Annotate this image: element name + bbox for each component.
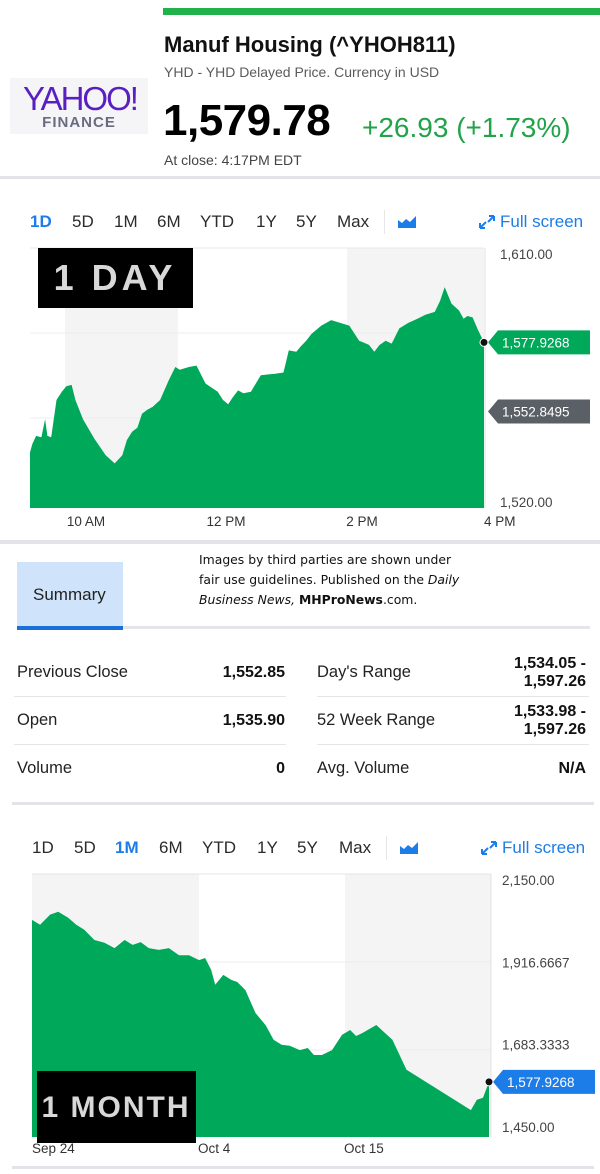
credit-line: Business News, MHProNews.com. [199, 590, 499, 610]
current-price-tag-label: 1,577.9268 [507, 1075, 575, 1090]
header-divider [0, 176, 600, 179]
x-tick-label: 4 PM [484, 514, 516, 529]
quote-price: 1,579.78 [163, 96, 331, 145]
last-price-marker [484, 1077, 494, 1087]
credit-italic: Business News, [199, 592, 299, 607]
row-divider [317, 744, 589, 745]
range-5y[interactable]: 5Y [297, 838, 318, 858]
range-5d[interactable]: 5D [74, 838, 96, 858]
y-tick-label: 1,683.3333 [502, 1038, 570, 1053]
bottom-divider [12, 1166, 594, 1169]
x-tick-label: Oct 4 [198, 1141, 231, 1156]
range-6m[interactable]: 6M [157, 212, 181, 232]
quote-exchange-info: YHD - YHD Delayed Price. Currency in USD [164, 64, 440, 80]
market-close-time: At close: 4:17PM EDT [164, 152, 302, 168]
range-low: 1,533.98 - [513, 703, 586, 720]
range-ytd[interactable]: YTD [202, 838, 236, 858]
stat-label-open: Open [17, 711, 58, 729]
stat-value-open: 1,535.90 [222, 712, 285, 729]
credit-line: fair use guidelines. Published on the Da… [199, 570, 499, 590]
tab-summary[interactable]: Summary [17, 562, 123, 628]
stat-value-previous-close: 1,552.85 [222, 664, 285, 681]
y-tick-label: 1,916.6667 [502, 955, 570, 970]
range-high: 1,597.26 [523, 721, 586, 738]
quote-title: Manuf Housing (^YHOH811) [164, 32, 456, 57]
logo-wordmark: YAHOO! [23, 80, 139, 117]
chart-divider [0, 540, 600, 544]
stat-label-avg-volume: Avg. Volume [317, 759, 410, 777]
stat-label-days-range: Day's Range [317, 663, 411, 681]
area-chart-icon[interactable] [398, 216, 416, 228]
chart-1m[interactable]: 1 MONTH 2,150.00 1,916.6667 1,683.3333 1,45… [0, 866, 600, 1166]
loading-progress-bar [163, 8, 600, 15]
range-1d[interactable]: 1D [30, 212, 52, 232]
expand-arrows-icon[interactable] [480, 840, 498, 856]
x-tick-label: Sep 24 [32, 1141, 75, 1156]
credit-line: Images by third parties are shown under [199, 552, 452, 567]
yahoo-finance-logo[interactable]: YAHOO! FINANCE [10, 78, 148, 134]
x-tick-label: 12 PM [206, 514, 245, 529]
range-6m[interactable]: 6M [159, 838, 183, 858]
quote-change: +26.93 (+1.73%) [362, 112, 571, 143]
stat-label-previous-close: Previous Close [17, 663, 128, 681]
range-1y[interactable]: 1Y [257, 838, 278, 858]
range-1m[interactable]: 1M [114, 212, 138, 232]
section-divider [12, 802, 594, 805]
y-tick-label: 1,520.00 [500, 495, 553, 510]
last-price-marker [479, 337, 489, 347]
range-max[interactable]: Max [339, 838, 371, 858]
y-tick-label: 1,450.00 [502, 1120, 555, 1135]
month-badge-text: 1 MONTH [42, 1091, 191, 1124]
current-price-tag-label: 1,577.9268 [502, 335, 570, 350]
tab-summary-label: Summary [33, 585, 106, 604]
stat-label-volume: Volume [17, 759, 73, 777]
chart-1m-toolbar: 1D 5D 1M 6M YTD 1Y 5Y Max Full screen [0, 832, 600, 866]
chart-1d[interactable]: 1 DAY 1,610.00 1,520.00 10 AM 12 PM 2 PM 4 P… [0, 240, 600, 535]
logo-subtitle: FINANCE [42, 114, 116, 131]
range-1y[interactable]: 1Y [256, 212, 277, 232]
range-5d[interactable]: 5D [72, 212, 94, 232]
row-divider [14, 744, 286, 745]
fullscreen-button[interactable]: Full screen [500, 212, 583, 232]
stat-value-days-range: 1,534.05 - 1,597.26 [466, 655, 586, 691]
credit-italic: Daily [427, 572, 460, 587]
stat-value-volume: 0 [276, 760, 285, 777]
day-badge: 1 DAY [38, 248, 193, 308]
tab-bar-rule [123, 626, 590, 629]
range-5y[interactable]: 5Y [296, 212, 317, 232]
chart-1d-toolbar: 1D 5D 1M 6M YTD 1Y 5Y Max Full screen [0, 206, 600, 240]
credit-text: .com. [382, 592, 418, 607]
range-ytd[interactable]: YTD [200, 212, 234, 232]
active-tab-indicator [17, 626, 123, 630]
credit-text: fair use guidelines. Published on the [199, 572, 428, 587]
toolbar-divider [386, 836, 387, 860]
row-divider [14, 696, 286, 697]
y-tick-label: 2,150.00 [502, 873, 555, 888]
fair-use-credit: Images by third parties are shown under … [199, 550, 499, 610]
x-tick-label: 10 AM [67, 514, 105, 529]
fullscreen-button[interactable]: Full screen [502, 838, 585, 858]
quote-summary-table: Previous Close 1,552.85 Open 1,535.90 Vo… [0, 640, 600, 800]
range-max[interactable]: Max [337, 212, 369, 232]
stat-value-avg-volume: N/A [558, 760, 586, 777]
area-chart-icon[interactable] [400, 842, 418, 854]
y-tick-label: 1,610.00 [500, 247, 553, 262]
x-tick-label: 2 PM [346, 514, 378, 529]
range-1m[interactable]: 1M [115, 838, 139, 858]
expand-arrows-icon[interactable] [478, 214, 496, 230]
toolbar-divider [384, 210, 385, 234]
x-tick-label: Oct 15 [344, 1141, 384, 1156]
range-high: 1,597.26 [523, 673, 586, 690]
range-low: 1,534.05 - [513, 655, 586, 672]
credit-site-name: MHProNews [298, 592, 383, 607]
previous-close-tag-label: 1,552.8495 [502, 404, 570, 419]
month-badge: 1 MONTH [37, 1071, 196, 1143]
stat-value-52-week-range: 1,533.98 - 1,597.26 [466, 703, 586, 739]
range-1d[interactable]: 1D [32, 838, 54, 858]
day-badge-text: 1 DAY [54, 257, 177, 298]
stat-label-52-week-range: 52 Week Range [317, 711, 436, 729]
row-divider [317, 696, 589, 697]
